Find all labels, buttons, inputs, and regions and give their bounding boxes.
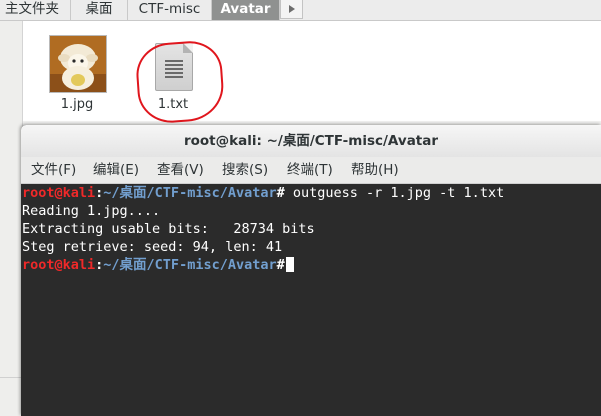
menu-file[interactable]: 文件(F) (31, 157, 76, 183)
menu-help[interactable]: 帮助(H) (351, 157, 399, 183)
sidebar-divider (0, 377, 22, 378)
command-line: root@kali:~/桌面/CTF-misc/Avatar# outguess… (22, 184, 504, 202)
prompt-user-host: root@kali (22, 185, 96, 201)
prompt-path: ~/桌面/CTF-misc/Avatar (103, 185, 277, 201)
breadcrumb-forward-button[interactable] (280, 0, 303, 19)
prompt-symbol: # (276, 257, 285, 273)
window-title[interactable]: root@kali: ~/桌面/CTF-misc/Avatar (21, 125, 601, 157)
menu-terminal[interactable]: 终端(T) (287, 157, 333, 183)
prompt-user-host: root@kali (22, 257, 96, 273)
chevron-right-icon (289, 5, 295, 13)
menu-edit[interactable]: 编辑(E) (93, 157, 139, 183)
output-line: Extracting usable bits: 28734 bits (22, 221, 315, 237)
text-cursor (285, 257, 294, 272)
breadcrumb-home[interactable]: 主文件夹 (0, 0, 71, 20)
menu-bar: 文件(F) 编辑(E) 查看(V) 搜索(S) 终端(T) 帮助(H) (21, 157, 601, 184)
prompt-symbol: # (276, 185, 285, 201)
breadcrumb-ctf-misc[interactable]: CTF-misc (128, 0, 212, 20)
sheep-plush-icon (50, 36, 106, 92)
image-thumbnail (49, 35, 107, 93)
output-line: Reading 1.jpg.... (22, 203, 161, 219)
file-manager-sidebar (0, 21, 23, 416)
menu-search[interactable]: 搜索(S) (222, 157, 268, 183)
file-name: 1.jpg (60, 97, 94, 112)
terminal-window: root@kali: ~/桌面/CTF-misc/Avatar 文件(F) 编辑… (21, 125, 601, 416)
prompt-line: root@kali:~/桌面/CTF-misc/Avatar# (22, 256, 294, 274)
menu-view[interactable]: 查看(V) (157, 157, 204, 183)
terminal-output[interactable]: root@kali:~/桌面/CTF-misc/Avatar# outguess… (21, 184, 601, 416)
output-line: Steg retrieve: seed: 94, len: 41 (22, 239, 283, 255)
file-view: 1.jpg 1.txt (23, 21, 601, 121)
path-bar: 主文件夹 桌面 CTF-misc Avatar (0, 0, 601, 21)
command-text: outguess -r 1.jpg -t 1.txt (284, 185, 505, 201)
prompt-path: ~/桌面/CTF-misc/Avatar (103, 257, 277, 273)
breadcrumb-desktop[interactable]: 桌面 (71, 0, 128, 20)
breadcrumb-avatar[interactable]: Avatar (212, 0, 280, 20)
